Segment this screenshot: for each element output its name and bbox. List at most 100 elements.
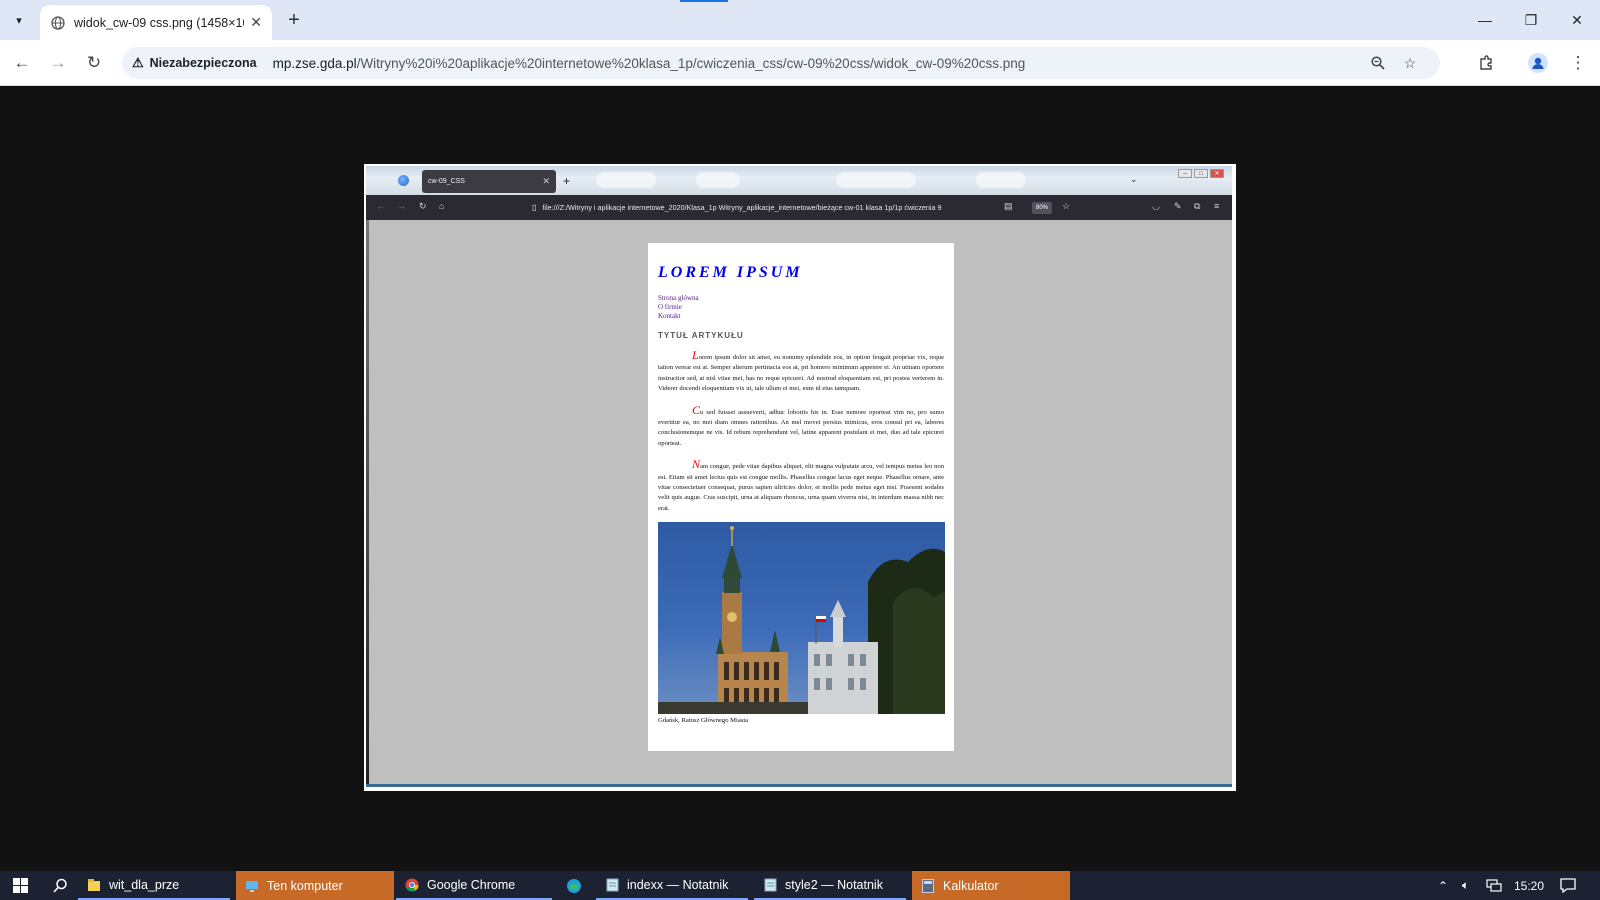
restore-icon[interactable]: ❐ bbox=[1508, 0, 1554, 40]
network-icon[interactable] bbox=[1486, 871, 1502, 900]
taskbar-item-calculator[interactable]: Kalkulator bbox=[912, 871, 1070, 900]
warning-icon: ⚠ bbox=[132, 55, 144, 70]
url-host: mp.zse.gda.pl bbox=[272, 55, 357, 71]
firefox-devtools-icon: ✎ bbox=[1174, 201, 1182, 211]
search-button[interactable] bbox=[44, 871, 78, 900]
reload-icon[interactable]: ↻ bbox=[82, 51, 106, 75]
site-title: LOREM IPSUM bbox=[658, 264, 803, 281]
nav-link-home: Strona główna bbox=[658, 294, 699, 302]
notifications-icon[interactable] bbox=[1560, 871, 1576, 900]
firefox-reload-icon: ↻ bbox=[419, 201, 427, 211]
profile-avatar-icon[interactable] bbox=[1526, 51, 1550, 75]
firefox-content-area: LOREM IPSUM Strona główna O firmie Konta… bbox=[366, 220, 1232, 787]
firefox-navbar: ← → ↻ ⌂ ▯ file:///Z:/Witryny i aplikacje… bbox=[366, 195, 1232, 220]
url-path: /Witryny%20i%20aplikacje%20internetowe%2… bbox=[356, 55, 1026, 71]
article-title: TYTUŁ ARTYKUŁU bbox=[658, 331, 744, 340]
page-card: LOREM IPSUM Strona główna O firmie Konta… bbox=[648, 243, 954, 751]
site-info-chip[interactable]: ⚠ Niezabezpieczona bbox=[126, 50, 267, 76]
firefox-tab: cw-09_CSS ✕ bbox=[422, 170, 556, 193]
paragraph: Nam congue, pede vitae dapibus aliquet, … bbox=[658, 458, 944, 514]
firefox-tab-title: cw-09_CSS bbox=[428, 178, 465, 185]
tab-title: widok_cw-09 css.png (1458×10 bbox=[74, 15, 244, 30]
displayed-screenshot: cw-09_CSS ✕ + ⌄ – □ ✕ ← → ↻ ⌂ ▯ file:///… bbox=[364, 164, 1236, 791]
firefox-extensions-icon: ⧉ bbox=[1194, 201, 1201, 211]
taskbar-item-folder[interactable]: wit_dla_prze bbox=[78, 871, 230, 900]
new-tab-icon[interactable]: + bbox=[282, 8, 306, 32]
site-nav: Strona główna O firmie Kontakt bbox=[658, 294, 944, 321]
firefox-menu-icon: ≡ bbox=[1214, 201, 1220, 211]
paragraph-text: am congue, pede vitae dapibus aliquet, e… bbox=[658, 463, 944, 512]
firefox-reader-icon: ▤ bbox=[1004, 201, 1013, 211]
extensions-icon[interactable] bbox=[1474, 51, 1498, 75]
firefox-pocket-icon: ◡ bbox=[1152, 201, 1160, 211]
nav-link-contact: Kontakt bbox=[658, 312, 681, 320]
firefox-logo-icon bbox=[398, 175, 409, 186]
address-bar[interactable]: ⚠ Niezabezpieczona mp.zse.gda.pl/Witryny… bbox=[122, 47, 1440, 79]
firefox-back-icon: ← bbox=[376, 201, 385, 211]
firefox-tab-close-icon: ✕ bbox=[542, 176, 550, 186]
search-icon bbox=[52, 878, 68, 894]
back-icon[interactable]: ← bbox=[10, 51, 34, 75]
tab-search-icon[interactable]: ▾ bbox=[8, 9, 30, 31]
globe-icon bbox=[50, 15, 66, 31]
taskbar-item-label: wit_dla_prze bbox=[109, 877, 180, 892]
volume-icon[interactable]: 🔈︎ bbox=[1462, 871, 1469, 900]
tab-strip: ▾ widok_cw-09 css.png (1458×10 ✕ + — ❐ ✕ bbox=[0, 0, 1600, 40]
clock[interactable]: 15:20 bbox=[1514, 871, 1544, 900]
folder-icon bbox=[86, 877, 102, 893]
computer-icon bbox=[244, 878, 260, 894]
taskbar-item-this-pc[interactable]: Ten komputer bbox=[236, 871, 394, 900]
taskbar-item-label: Ten komputer bbox=[267, 878, 343, 893]
tray-overflow-icon[interactable]: ⌃ bbox=[1438, 871, 1448, 900]
firefox-home-icon: ⌂ bbox=[439, 201, 445, 211]
windows-logo-icon bbox=[12, 878, 28, 894]
town-hall-photo bbox=[658, 522, 945, 715]
drop-initial: N bbox=[692, 457, 701, 472]
notepad-icon bbox=[604, 877, 620, 893]
bookmark-star-icon[interactable]: ☆ bbox=[1398, 51, 1422, 75]
minimize-icon[interactable]: — bbox=[1462, 0, 1508, 40]
taskbar-item-label: Kalkulator bbox=[943, 878, 999, 893]
paragraph: Cu sed fuisset assueverit, adhuc loborti… bbox=[658, 404, 944, 450]
taskbar-item-label: style2 — Notatnik bbox=[785, 877, 883, 892]
file-icon: ▯ bbox=[532, 203, 537, 212]
menu-kebab-icon[interactable]: ⋮ bbox=[1566, 51, 1590, 75]
photo-caption: Gdańsk, Ratusz Głównego Miasta bbox=[658, 717, 749, 725]
start-button[interactable] bbox=[8, 871, 40, 900]
windows-taskbar: wit_dla_prze Ten komputer Google Chrome … bbox=[0, 871, 1600, 900]
chrome-icon bbox=[404, 877, 420, 893]
close-window-icon[interactable]: ✕ bbox=[1554, 0, 1600, 40]
taskbar-item-label: indexx — Notatnik bbox=[627, 877, 729, 892]
firefox-new-tab-icon: + bbox=[563, 174, 571, 188]
security-label: Niezabezpieczona bbox=[149, 56, 257, 70]
firefox-tablist-chevron-icon: ⌄ bbox=[1130, 174, 1138, 184]
firefox-minimize-icon: – bbox=[1178, 169, 1192, 178]
loading-indicator bbox=[680, 0, 728, 2]
tab-close-icon[interactable]: ✕ bbox=[250, 14, 262, 31]
firefox-maximize-icon: □ bbox=[1194, 169, 1208, 178]
firefox-bookmark-icon: ☆ bbox=[1062, 201, 1071, 211]
firefox-zoom-badge: 80% bbox=[1032, 202, 1052, 214]
tab-image[interactable]: widok_cw-09 css.png (1458×10 ✕ bbox=[40, 5, 272, 40]
paragraph-text: orem ipsum dolor sit amet, eu nonumy spl… bbox=[658, 354, 944, 393]
taskbar-item-chrome[interactable]: Google Chrome bbox=[396, 871, 552, 900]
firefox-close-icon: ✕ bbox=[1210, 169, 1224, 178]
firefox-forward-icon: → bbox=[397, 201, 406, 211]
firefox-window-border bbox=[366, 784, 1232, 787]
taskbar-item-label: Google Chrome bbox=[427, 877, 516, 892]
notepad-icon bbox=[762, 877, 778, 893]
taskbar-item-edge[interactable] bbox=[558, 871, 592, 900]
firefox-url-text: file:///Z:/Witryny i aplikacje interneto… bbox=[542, 203, 942, 212]
edge-icon bbox=[566, 878, 582, 894]
zoom-icon[interactable] bbox=[1366, 51, 1390, 75]
paragraph-text: u sed fuisset assueverit, adhuc lobortis… bbox=[658, 408, 944, 447]
taskbar-item-notepad-index[interactable]: indexx — Notatnik bbox=[596, 871, 748, 900]
url-text[interactable]: mp.zse.gda.pl/Witryny%20i%20aplikacje%20… bbox=[273, 56, 1026, 71]
firefox-url-bar: ▯ file:///Z:/Witryny i aplikacje interne… bbox=[532, 198, 1022, 217]
taskbar-item-notepad-style[interactable]: style2 — Notatnik bbox=[754, 871, 906, 900]
firefox-tabbar: cw-09_CSS ✕ + ⌄ – □ ✕ bbox=[366, 166, 1232, 195]
forward-icon[interactable]: → bbox=[46, 51, 70, 75]
nav-link-about: O firmie bbox=[658, 303, 682, 311]
paragraph: Lorem ipsum dolor sit amet, eu nonumy sp… bbox=[658, 349, 944, 395]
browser-toolbar: ← → ↻ ⚠ Niezabezpieczona mp.zse.gda.pl/W… bbox=[0, 40, 1600, 86]
